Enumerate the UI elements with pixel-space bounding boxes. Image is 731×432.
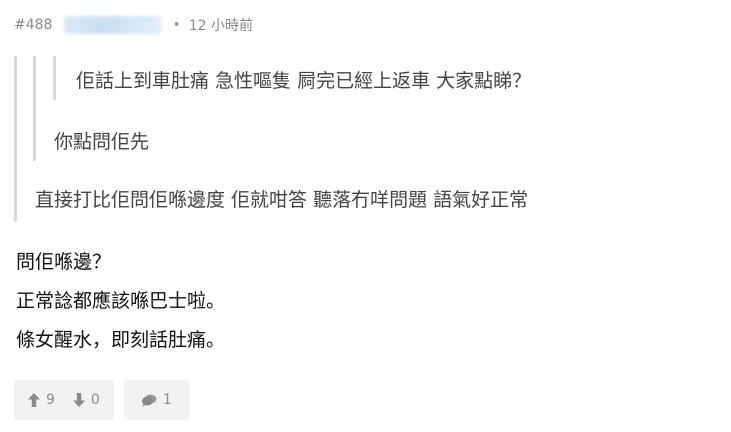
quote-middle-text: 你點問佢先 [54, 131, 150, 153]
downvote-button[interactable]: 0 [69, 380, 104, 420]
reply-button[interactable]: 1 [138, 380, 176, 420]
reply-count: 1 [162, 392, 172, 408]
post-meta: #488 • 12 小時前 [14, 14, 253, 36]
arrow-up-icon [28, 393, 40, 407]
post-time: 12 小時前 [188, 18, 253, 34]
vote-group: 9 0 [14, 380, 114, 420]
post-actions: 9 0 1 [14, 380, 190, 420]
comment-post: #488 • 12 小時前 佢話上到車肚痛 急性嘔隻 屙完已經上返車 大家點睇？… [0, 0, 731, 432]
body-line-2: 正常諗都應該喺巴士啦。 [16, 290, 226, 312]
upvote-count: 9 [46, 392, 55, 408]
upvote-button[interactable]: 9 [24, 380, 59, 420]
quote-outer-text: 直接打比佢問佢喺邊度 佢就咁答 聽落冇咩問題 語氣好正常 [35, 189, 529, 211]
speech-bubble-icon [141, 394, 157, 406]
body-line-3: 條女醒水，即刻話肚痛。 [16, 329, 226, 351]
reply-group: 1 [123, 380, 190, 420]
body-line-1: 問佢喺邊？ [16, 251, 112, 273]
separator-dot: • [172, 17, 181, 33]
floor-number: #488 [14, 17, 53, 33]
quote-inner-text: 佢話上到車肚痛 急性嘔隻 屙完已經上返車 大家點睇？ [76, 70, 532, 92]
arrow-down-icon [72, 393, 85, 407]
downvote-count: 0 [90, 392, 100, 408]
username-blurred[interactable] [64, 16, 163, 34]
